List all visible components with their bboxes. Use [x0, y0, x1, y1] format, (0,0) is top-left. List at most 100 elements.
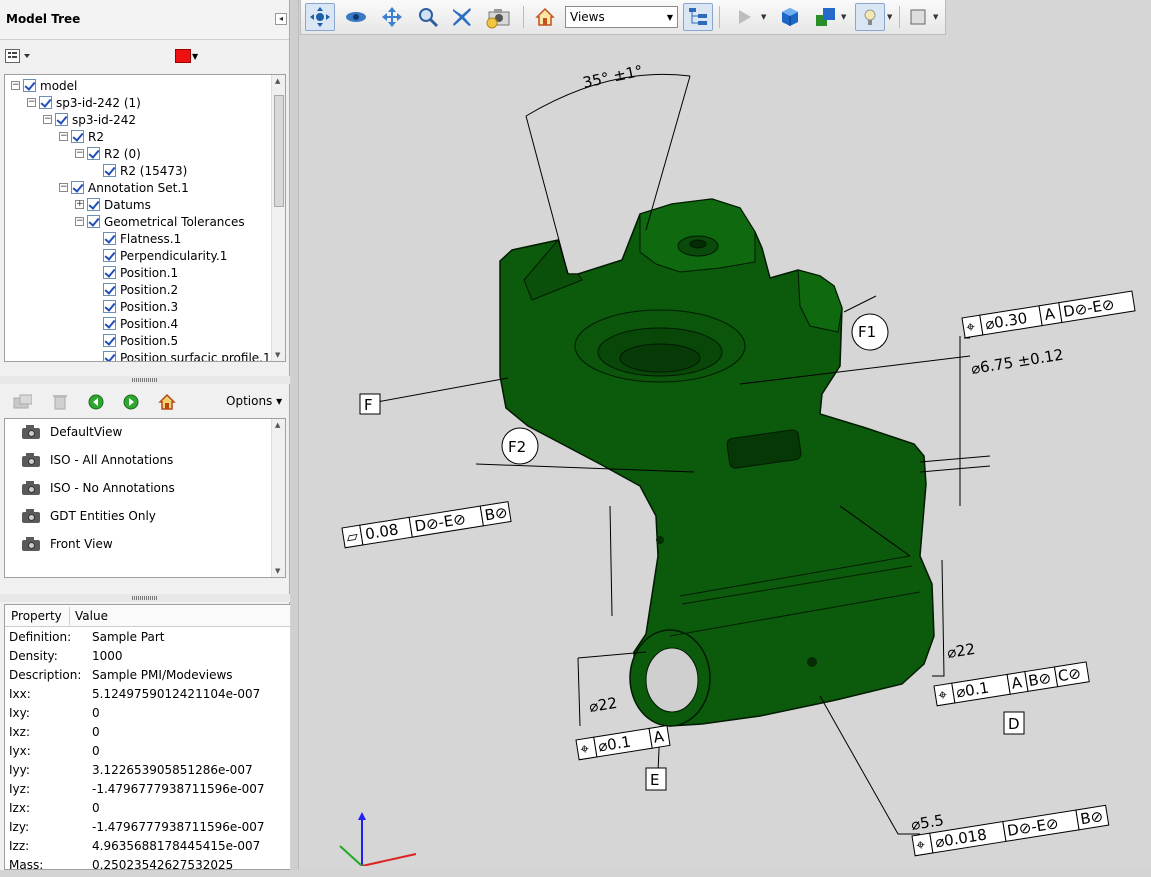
options-button[interactable]: Options ▾ — [226, 394, 282, 408]
home-view-button[interactable] — [530, 3, 560, 31]
visibility-checkbox[interactable] — [55, 113, 68, 126]
flatness-frame[interactable]: ⏥ 0.08 D⊘-E⊘ B⊘ — [341, 501, 512, 549]
collapse-icon[interactable]: − — [59, 183, 68, 192]
view-item[interactable]: DefaultView — [21, 422, 122, 442]
datum-e-label[interactable]: E — [650, 771, 659, 789]
rotate-tool-button[interactable] — [305, 3, 335, 31]
lighting-button[interactable] — [855, 3, 885, 31]
collapse-icon[interactable]: − — [43, 115, 52, 124]
tree-item[interactable]: − Geometrical Tolerances — [75, 213, 245, 230]
tree-item[interactable]: Position.1 — [91, 264, 178, 281]
scroll-down-icon[interactable]: ▼ — [275, 351, 280, 359]
scroll-up-icon[interactable]: ▲ — [275, 77, 280, 85]
model-render-button[interactable] — [775, 3, 805, 31]
visibility-checkbox[interactable] — [103, 334, 116, 347]
chevron-down-icon[interactable]: ▼ — [887, 13, 892, 21]
scroll-thumb[interactable] — [274, 95, 284, 207]
spin-tool-button[interactable] — [341, 3, 371, 31]
part-body[interactable] — [499, 198, 935, 727]
collapse-icon[interactable]: − — [27, 98, 36, 107]
play-animation-button[interactable] — [729, 3, 759, 31]
chevron-down-icon[interactable]: ▼ — [761, 13, 766, 21]
background-color-button[interactable] — [903, 3, 933, 31]
diameter-55-annotation[interactable]: ⌀5.5 — [910, 811, 945, 834]
model-tree-toggle-button[interactable] — [683, 3, 713, 31]
datum-d-label[interactable]: D — [1008, 715, 1020, 733]
render-mode-button[interactable] — [811, 3, 841, 31]
viewport-sash[interactable] — [291, 0, 299, 870]
collapse-icon[interactable]: − — [75, 149, 84, 158]
visibility-checkbox[interactable] — [23, 79, 36, 92]
scroll-up-icon[interactable]: ▲ — [275, 421, 280, 429]
tree-item[interactable]: Perpendicularity.1 — [91, 247, 227, 264]
tree-item[interactable]: R2 (15473) — [91, 162, 187, 179]
tree-item[interactable]: Position.3 — [91, 298, 178, 315]
tree-item[interactable]: + Datums — [75, 196, 151, 213]
tree-item[interactable]: − R2 — [59, 128, 104, 145]
datum-f-label[interactable]: F — [364, 396, 373, 414]
angle-annotation[interactable]: 35° ±1° — [581, 62, 644, 92]
view-item[interactable]: Front View — [21, 534, 113, 554]
view-item[interactable]: ISO - All Annotations — [21, 450, 173, 470]
collapse-panel-button[interactable]: ◂ — [275, 13, 287, 25]
visibility-checkbox[interactable] — [39, 96, 52, 109]
tree-item[interactable]: Position surfacic profile.1 — [91, 349, 271, 361]
3d-model[interactable]: 35° ±1° F F1 F2 ⏥ 0.08 D⊘-E⊘ B⊘ ⌖ ⌀0.30 … — [300, 36, 1150, 866]
view-item[interactable]: GDT Entities Only — [21, 506, 156, 526]
visibility-checkbox[interactable] — [71, 181, 84, 194]
tree-item[interactable]: Position.2 — [91, 281, 178, 298]
tree-item[interactable]: − model — [11, 77, 77, 94]
expand-icon[interactable]: + — [75, 200, 84, 209]
tree-item[interactable]: Flatness.1 — [91, 230, 181, 247]
position-frame-right[interactable]: ⌖ ⌀0.1 A B⊘ C⊘ — [933, 661, 1090, 707]
tree-item[interactable]: Position.5 — [91, 332, 178, 349]
visibility-checkbox[interactable] — [103, 249, 116, 262]
diameter-22-left[interactable]: ⌀22 — [588, 694, 619, 716]
visibility-checkbox[interactable] — [103, 266, 116, 279]
position-frame-left[interactable]: ⌖ ⌀0.1 A — [575, 725, 671, 761]
value-column-header[interactable]: Value — [75, 609, 108, 623]
diameter-675-annotation[interactable]: ⌀6.75 ±0.12 — [970, 346, 1065, 378]
visibility-checkbox[interactable] — [87, 215, 100, 228]
chevron-down-icon[interactable]: ▼ — [933, 13, 938, 21]
trash-icon[interactable] — [50, 392, 70, 412]
tree-item[interactable]: Position.4 — [91, 315, 178, 332]
visibility-checkbox[interactable] — [103, 232, 116, 245]
tree-item[interactable]: − sp3-id-242 — [43, 111, 136, 128]
view-item[interactable]: ISO - No Annotations — [21, 478, 175, 498]
forward-arrow-icon[interactable] — [121, 392, 141, 412]
tree-item[interactable]: − R2 (0) — [75, 145, 141, 162]
fly-tool-button[interactable] — [447, 3, 477, 31]
annotation-color-swatch[interactable] — [175, 49, 191, 63]
visibility-checkbox[interactable] — [103, 300, 116, 313]
property-column-header[interactable]: Property — [11, 609, 62, 623]
visibility-checkbox[interactable] — [103, 283, 116, 296]
visibility-checkbox[interactable] — [71, 130, 84, 143]
pan-tool-button[interactable] — [377, 3, 407, 31]
visibility-checkbox[interactable] — [87, 147, 100, 160]
tree-scrollbar[interactable]: ▲ ▼ — [271, 75, 285, 361]
visibility-checkbox[interactable] — [87, 198, 100, 211]
camera-add-icon[interactable] — [12, 392, 32, 412]
views-scrollbar[interactable]: ▲ ▼ — [271, 419, 285, 577]
zoom-tool-button[interactable] — [413, 3, 443, 31]
chevron-down-icon[interactable]: ▼ — [841, 13, 846, 21]
tree-item[interactable]: − Annotation Set.1 — [59, 179, 189, 196]
visibility-checkbox[interactable] — [103, 317, 116, 330]
collapse-icon[interactable]: − — [59, 132, 68, 141]
tree-view-options-button[interactable] — [5, 48, 33, 64]
views-dropdown[interactable]: Views ▼ — [565, 6, 678, 28]
back-arrow-icon[interactable] — [86, 392, 106, 412]
tree-item[interactable]: − sp3-id-242 (1) — [27, 94, 141, 111]
home-icon[interactable] — [157, 392, 177, 412]
position-frame-top[interactable]: ⌖ ⌀0.30 A D⊘-E⊘ — [961, 290, 1136, 339]
collapse-icon[interactable]: − — [11, 81, 20, 90]
scroll-down-icon[interactable]: ▼ — [275, 567, 280, 575]
chevron-down-icon[interactable]: ▼ — [192, 52, 198, 61]
visibility-checkbox[interactable] — [103, 351, 116, 361]
datum-f1-label[interactable]: F1 — [858, 323, 876, 341]
visibility-checkbox[interactable] — [103, 164, 116, 177]
camera-properties-button[interactable] — [483, 3, 513, 31]
diameter-22-right[interactable]: ⌀22 — [946, 640, 977, 662]
datum-f2-label[interactable]: F2 — [508, 438, 526, 456]
